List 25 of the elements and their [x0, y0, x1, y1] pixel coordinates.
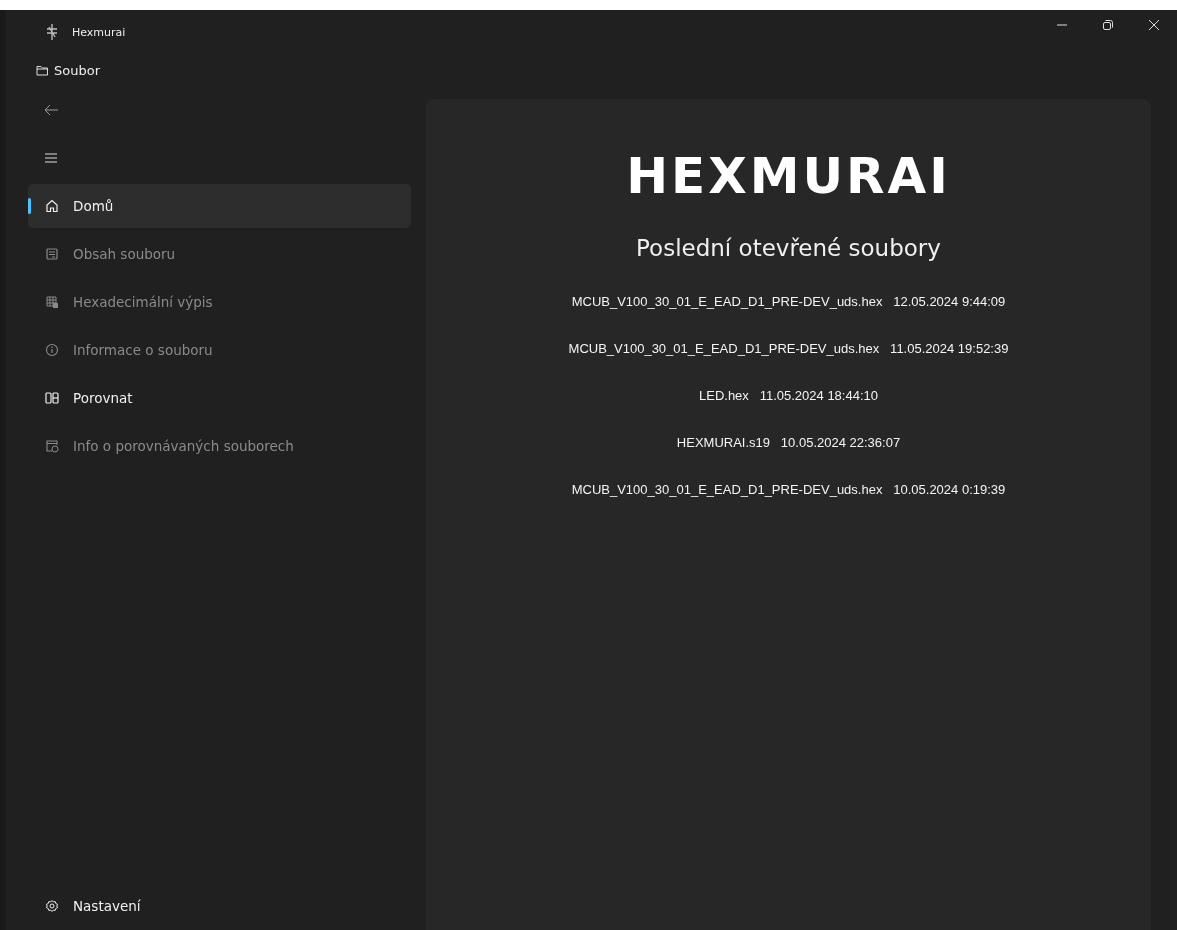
recent-file-link[interactable]: MCUB_V100_30_01_E_EAD_D1_PRE-DEV_uds.hex 12.05.2024 9:44:09 [565, 289, 1012, 313]
menu-icon [44, 152, 58, 164]
back-icon [44, 104, 58, 116]
recent-file-link[interactable]: MCUB_V100_30_01_E_EAD_D1_PRE-DEV_uds.hex 10.05.2024 0:19:39 [565, 477, 1012, 501]
info-icon [45, 343, 59, 357]
nav-item[interactable]: Porovnat [28, 376, 411, 420]
recent-file-link[interactable]: HEXMURAI.s19 10.05.2024 22:36:07 [670, 430, 907, 454]
section-heading: Poslední otevřené soubory [636, 235, 941, 261]
file-menu[interactable]: Soubor [34, 58, 102, 82]
settings-item[interactable]: Nastavení [28, 884, 411, 928]
restore-icon [1102, 19, 1114, 31]
window-info-icon [45, 439, 59, 453]
logo: HEXMURAI [626, 147, 951, 205]
app-icon [46, 24, 58, 40]
close-icon [1148, 19, 1160, 31]
nav-item[interactable]: Domů [28, 184, 411, 228]
settings-icon [45, 899, 59, 913]
folder-icon [36, 64, 49, 76]
document-icon [45, 247, 59, 261]
recent-file-link[interactable]: LED.hex 11.05.2024 18:44:10 [693, 383, 884, 407]
home-icon [45, 199, 59, 213]
recent-file-link[interactable]: MCUB_V100_30_01_E_EAD_D1_PRE-DEV_uds.hex 11.05.2024 19:52:39 [562, 336, 1015, 360]
window-title: Hexmurai [72, 25, 126, 39]
compare-icon [45, 391, 59, 405]
table-icon [45, 295, 59, 309]
